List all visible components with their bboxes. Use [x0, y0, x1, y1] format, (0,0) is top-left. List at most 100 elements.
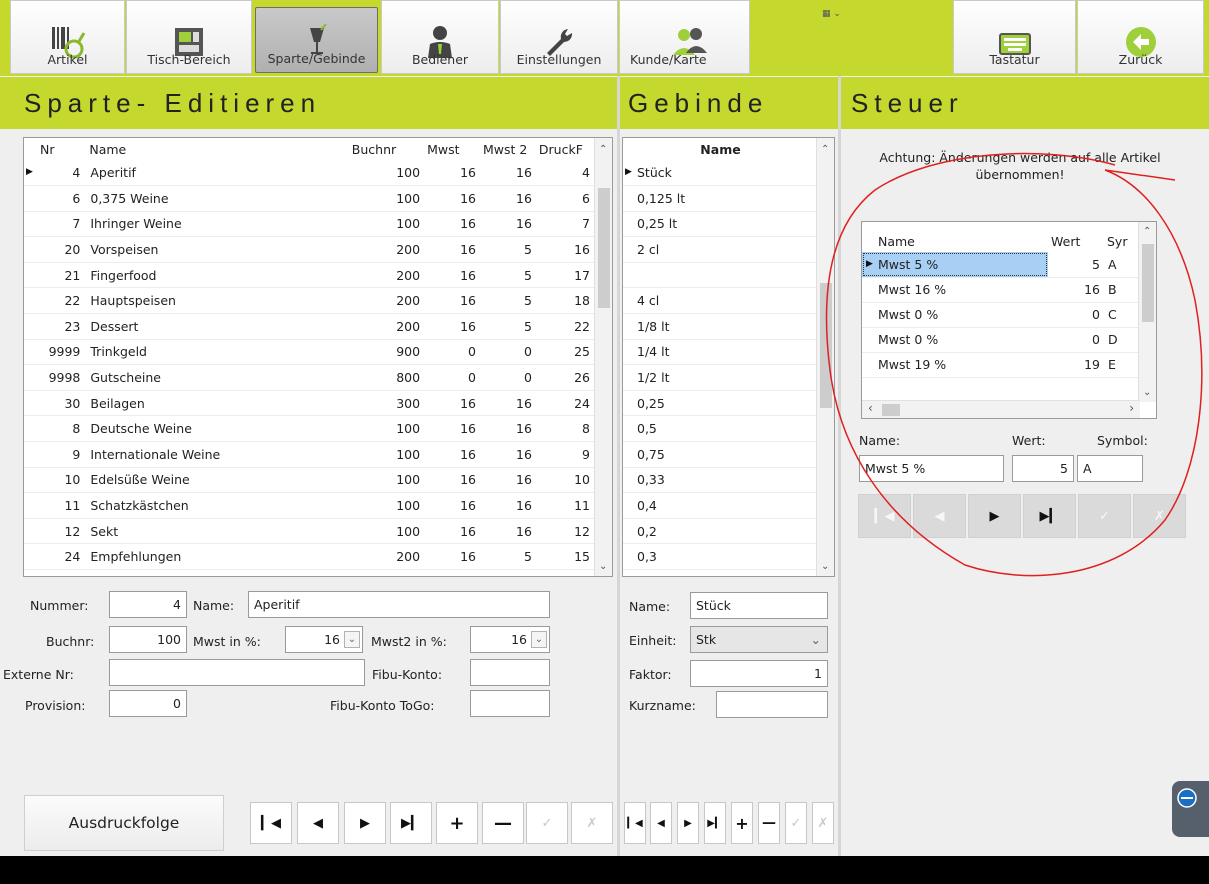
add-record-button[interactable]: +	[436, 802, 478, 844]
table-row[interactable]: Mwst 0 % 0 D	[862, 327, 1142, 353]
gebinde-cancel-button[interactable]: ✗	[812, 802, 834, 844]
vertical-scrollbar[interactable]: ⌃ ⌄	[1138, 222, 1156, 402]
delete-record-button[interactable]: —	[482, 802, 524, 844]
steuer-wert-field[interactable]: 5	[1012, 455, 1074, 482]
gebinde-prev-button[interactable]: ◀	[650, 802, 672, 844]
scrollbar-thumb[interactable]	[598, 188, 610, 308]
table-row[interactable]: 0,3	[623, 543, 818, 570]
table-row[interactable]: 4 cl	[623, 287, 818, 315]
kunde-karte-button[interactable]: Kunde/Karte	[619, 0, 750, 74]
table-row[interactable]: 4 ▶ Aperitif 100 16 16 4	[24, 160, 594, 187]
scroll-down-icon[interactable]: ⌄	[821, 561, 829, 572]
table-row[interactable]: 6 0,375 Weine 100 16 16 6	[24, 185, 594, 212]
fibu-konto-field[interactable]	[470, 659, 550, 686]
einheit-select[interactable]: Stk ⌄	[690, 626, 828, 653]
table-row[interactable]: 22 Hauptspeisen 200 16 5 18	[24, 287, 594, 315]
table-row[interactable]: 24 Empfehlungen 200 16 5 15	[24, 543, 594, 570]
sparte-gebinde-button[interactable]: Sparte/Gebinde	[255, 7, 378, 73]
col-header-name[interactable]: Name	[623, 138, 818, 160]
scroll-left-icon[interactable]: ‹	[868, 401, 873, 415]
table-row[interactable]: 1/2 lt	[623, 364, 818, 391]
gebinde-add-button[interactable]: +	[731, 802, 753, 844]
next-record-button[interactable]: ▶	[344, 802, 386, 844]
table-row[interactable]: 0,25 lt	[623, 211, 818, 238]
table-row[interactable]: 9 Internationale Weine 100 16 16 9	[24, 441, 594, 468]
col-header-name[interactable]: Name	[862, 222, 1048, 252]
steuer-cancel-button[interactable]: ✗	[1133, 494, 1186, 538]
table-row[interactable]: 8 Deutsche Weine 100 16 16 8	[24, 415, 594, 443]
table-row[interactable]: 1/4 lt	[623, 339, 818, 366]
cancel-record-button[interactable]: ✗	[571, 802, 613, 844]
gebinde-table[interactable]: Name Stück ▶ 0,125 lt 0,25 lt 2 cl 4 cl 1/8 lt…	[622, 137, 835, 577]
table-row[interactable]: 9999 Trinkgeld 900 0 0 25	[24, 339, 594, 366]
col-header-druckf[interactable]: DruckF	[536, 138, 594, 160]
scrollbar-thumb[interactable]	[820, 283, 832, 408]
gebinde-name-field[interactable]: Stück	[690, 592, 828, 619]
table-row[interactable]: 0,33	[623, 467, 818, 494]
save-record-button[interactable]: ✓	[526, 802, 568, 844]
steuer-prev-button[interactable]: ◀	[913, 494, 966, 538]
table-row[interactable]: 11 Schatzkästchen 100 16 16 11	[24, 492, 594, 519]
col-header-wert[interactable]: Wert	[1048, 222, 1104, 252]
steuer-next-button[interactable]: ▶	[968, 494, 1021, 538]
gebinde-save-button[interactable]: ✓	[785, 802, 807, 844]
table-row[interactable]: 0,4	[623, 492, 818, 519]
faktor-field[interactable]: 1	[690, 660, 828, 687]
table-row[interactable]: 23 Dessert 200 16 5 22	[24, 313, 594, 340]
provision-field[interactable]: 0	[109, 690, 187, 717]
steuer-name-field[interactable]: Mwst 5 %	[859, 455, 1004, 482]
zurueck-button[interactable]: Zurück	[1077, 0, 1204, 74]
table-row[interactable]	[623, 262, 818, 289]
mwst-select[interactable]: 16 ⌄	[285, 626, 363, 653]
table-row[interactable]: Mwst 5 % ▶ 5 A	[862, 252, 1142, 278]
col-header-symbol[interactable]: Syr	[1104, 222, 1142, 252]
table-row[interactable]: 0,125 lt	[623, 185, 818, 212]
kurzname-field[interactable]	[716, 691, 828, 718]
horizontal-scrollbar[interactable]: ‹ ›	[862, 400, 1140, 418]
col-header-name[interactable]: Name	[86, 138, 348, 160]
side-tab[interactable]	[1172, 781, 1209, 837]
first-record-button[interactable]: ▎◀	[250, 802, 292, 844]
table-row[interactable]: 9998 Gutscheine 800 0 0 26	[24, 364, 594, 391]
table-row[interactable]: 0,2	[623, 518, 818, 545]
scroll-up-icon[interactable]: ⌃	[821, 144, 829, 155]
steuer-last-button[interactable]: ▶▎	[1023, 494, 1076, 538]
chevron-down-icon[interactable]: ⌄	[811, 627, 821, 652]
scroll-down-icon[interactable]: ⌄	[599, 561, 607, 572]
ausdruckfolge-button[interactable]: Ausdruckfolge	[24, 795, 224, 851]
table-row[interactable]: 12 Sekt 100 16 16 12	[24, 518, 594, 545]
einstellungen-button[interactable]: Einstellungen	[500, 0, 618, 74]
gebinde-delete-button[interactable]: —	[758, 802, 780, 844]
bediener-button[interactable]: Bediener	[381, 0, 499, 74]
table-row[interactable]: 20 Vorspeisen 200 16 5 16	[24, 236, 594, 263]
col-header-mwst2[interactable]: Mwst 2	[480, 138, 536, 160]
steuer-symbol-field[interactable]: A	[1077, 455, 1143, 482]
externe-nr-field[interactable]	[109, 659, 365, 686]
prev-record-button[interactable]: ◀	[297, 802, 339, 844]
gebinde-next-button[interactable]: ▶	[677, 802, 699, 844]
col-header-nr[interactable]: Nr	[24, 138, 86, 160]
vertical-scrollbar[interactable]: ⌃ ⌄	[816, 138, 834, 576]
table-row[interactable]: Mwst 0 % 0 C	[862, 302, 1142, 328]
scroll-right-icon[interactable]: ›	[1129, 401, 1134, 415]
steuer-first-button[interactable]: ▎◀	[858, 494, 911, 538]
window-grid-icon[interactable]: ▦ ⌄	[822, 9, 841, 19]
table-row[interactable]: Mwst 19 % 19 E	[862, 352, 1142, 378]
scroll-down-icon[interactable]: ⌄	[1143, 387, 1151, 398]
mwst2-select[interactable]: 16 ⌄	[470, 626, 550, 653]
table-row[interactable]: Stück ▶	[623, 160, 818, 187]
fibu-konto-togo-field[interactable]	[470, 690, 550, 717]
nummer-field[interactable]: 4	[109, 591, 187, 618]
chevron-down-icon[interactable]: ⌄	[344, 631, 360, 648]
table-row[interactable]: 21 Fingerfood 200 16 5 17	[24, 262, 594, 289]
table-row[interactable]: 2 cl	[623, 236, 818, 263]
table-row[interactable]: Mwst 16 % 16 B	[862, 277, 1142, 303]
col-header-buchnr[interactable]: Buchnr	[349, 138, 424, 160]
steuer-table[interactable]: Name Wert Syr Mwst 5 % ▶ 5 A Mwst 16 % 16 B Mws…	[861, 221, 1157, 419]
steuer-save-button[interactable]: ✓	[1078, 494, 1131, 538]
table-row[interactable]: 0,75	[623, 441, 818, 468]
artikel-button[interactable]: Artikel	[10, 0, 125, 74]
scroll-up-icon[interactable]: ⌃	[1143, 226, 1151, 237]
last-record-button[interactable]: ▶▎	[390, 802, 432, 844]
table-row[interactable]: 0,25	[623, 390, 818, 417]
